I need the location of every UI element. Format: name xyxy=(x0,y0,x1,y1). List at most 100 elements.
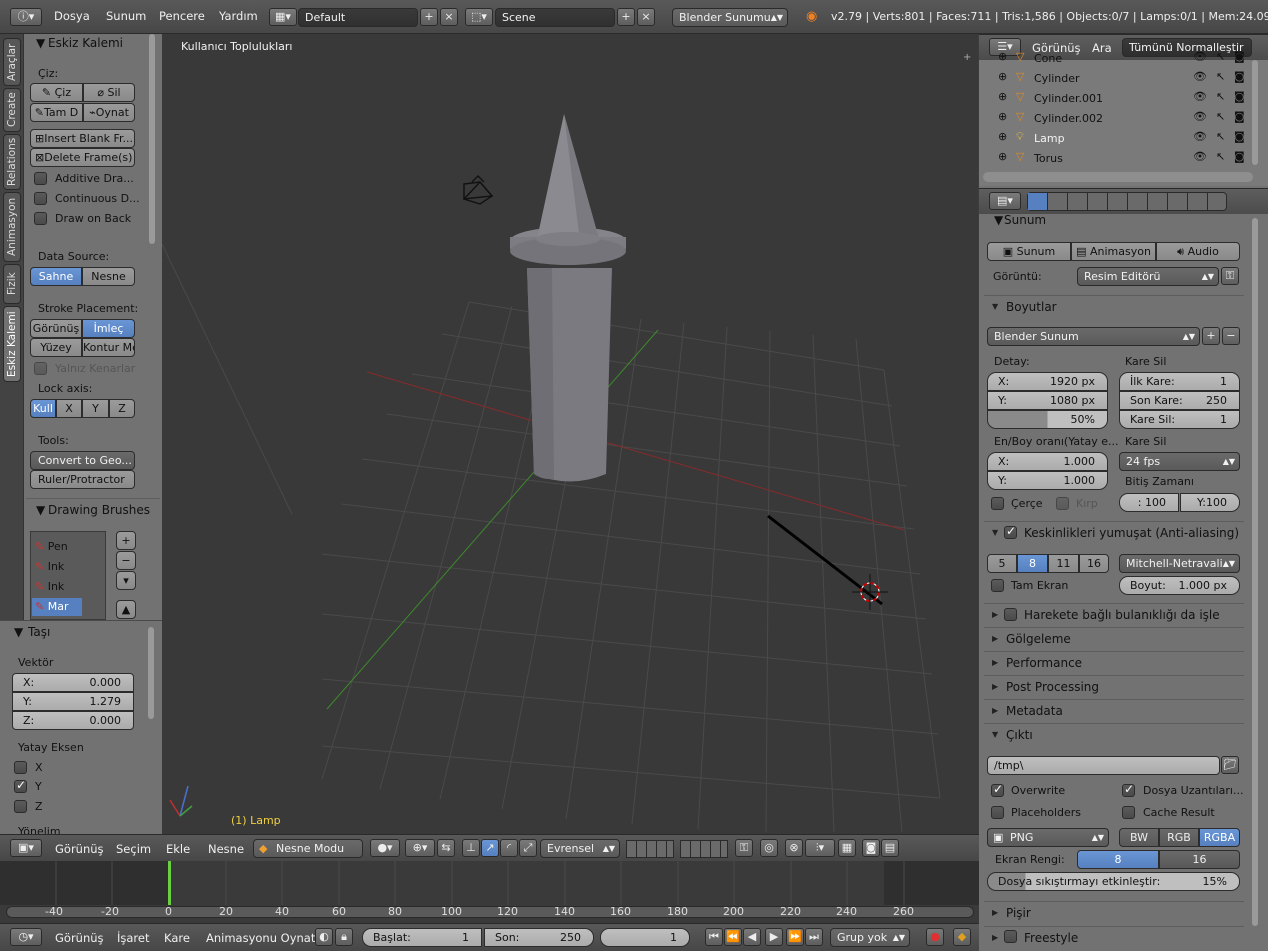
outliner-item[interactable]: ⊕ ▽ Torus 👁︎ ↖ ◙ xyxy=(990,150,1248,170)
placement-stroke-button[interactable]: Kontur Me xyxy=(82,338,135,357)
properties-scrollbar[interactable] xyxy=(1252,218,1258,926)
shading-select-icon[interactable]: ●▾ xyxy=(370,839,400,857)
overwrite-checkbox[interactable] xyxy=(991,782,1004,797)
jump-keyframe-forward-icon[interactable]: ⏩ xyxy=(786,928,804,946)
delete-layout-button[interactable]: × xyxy=(440,8,458,26)
timeline-scrollbar[interactable] xyxy=(6,906,974,918)
tab-tools[interactable]: Araçlar xyxy=(3,38,21,86)
visibility-eye-icon[interactable]: 👁︎ xyxy=(1193,70,1207,83)
add-preset-button[interactable]: + xyxy=(1202,327,1220,345)
aa-samples-8-button[interactable]: 8 xyxy=(1017,554,1048,573)
render-opengl-icon[interactable]: ▦ xyxy=(838,839,856,857)
tab-create[interactable]: Create xyxy=(3,88,21,132)
additive-drawing-checkbox[interactable] xyxy=(34,172,47,185)
resolution-percentage-slider[interactable]: 50% xyxy=(987,410,1108,429)
cache-result-checkbox[interactable] xyxy=(1122,806,1135,819)
outliner-item[interactable]: ⊕ ▽ Cone 👁︎ ↖ ◙ xyxy=(990,50,1248,70)
full-sample-checkbox[interactable] xyxy=(991,579,1004,592)
freestyle-checkbox[interactable] xyxy=(1004,930,1017,943)
rotate-manipulator-icon[interactable]: ◜ xyxy=(500,839,518,857)
current-frame-field[interactable]: 1 xyxy=(600,928,690,947)
lock-axis-z-button[interactable]: Z xyxy=(109,399,135,418)
snap-toggle-icon[interactable]: ⊗ xyxy=(785,839,803,857)
antialiasing-section[interactable]: Keskinlikleri yumuşat (Anti-aliasing) xyxy=(984,521,1244,544)
keying-set-select[interactable]: Grup yok ▲▼ xyxy=(830,928,910,947)
time-old-field[interactable]: : 100 xyxy=(1119,493,1179,512)
editor-type-info-icon[interactable]: ⓘ▾ xyxy=(10,8,42,26)
proportional-edit-icon[interactable]: ◎ xyxy=(760,839,778,857)
compression-slider[interactable]: Dosya sıkıştırmayı etkinleştir: 15% xyxy=(987,872,1240,891)
editor-type-timeline-icon[interactable]: ◷▾ xyxy=(10,928,42,946)
jump-end-icon[interactable]: ⏭ xyxy=(805,928,823,946)
brush-list-item[interactable]: ✎ Ink xyxy=(35,560,64,573)
visibility-eye-icon[interactable]: 👁︎ xyxy=(1193,150,1207,163)
menu-view[interactable]: Görünüş xyxy=(55,842,104,856)
manipulator-icon[interactable]: ⊥ xyxy=(462,839,480,857)
outliner-item[interactable]: ⊕ 💡︎ Lamp 👁︎ ↖ ◙ xyxy=(990,130,1248,150)
lock-axis-y-button[interactable]: Y xyxy=(82,399,109,418)
visibility-eye-icon[interactable]: 👁︎ xyxy=(1193,50,1207,63)
motion-blur-section[interactable]: Harekete bağlı bulanıklığı da işle xyxy=(984,603,1244,626)
lock-interface-icon[interactable]: ⚿ xyxy=(1221,267,1239,285)
render-context-icon[interactable] xyxy=(1028,193,1047,210)
outliner-hscrollbar[interactable] xyxy=(983,172,1253,182)
menu-marker[interactable]: İşaret xyxy=(117,931,150,945)
mode-select[interactable]: ◆ Nesne Modu xyxy=(253,839,363,858)
frame-step-field[interactable]: Kare Sil: 1 xyxy=(1119,410,1240,429)
snap-icon[interactable]: ⇆ xyxy=(437,839,455,857)
translate-manipulator-icon[interactable]: ↗ xyxy=(481,839,499,857)
keyframe-icon[interactable]: ◆ xyxy=(953,928,971,946)
select-cursor-icon[interactable]: ↖ xyxy=(1216,150,1225,163)
layer-lock-icon[interactable]: ⚿ xyxy=(735,839,753,857)
camera-object[interactable] xyxy=(462,175,494,205)
color-rgba-button[interactable]: RGBA xyxy=(1199,828,1240,847)
output-path-field[interactable]: /tmp\ xyxy=(987,756,1220,775)
menu-help[interactable]: Yardım xyxy=(219,9,258,23)
antialiasing-checkbox[interactable] xyxy=(1004,524,1017,539)
add-layout-button[interactable]: + xyxy=(420,8,438,26)
dimensions-section[interactable]: Boyutlar xyxy=(984,295,1244,318)
move-brush-up-button[interactable]: ▲ xyxy=(116,600,136,619)
time-new-field[interactable]: Y:100 xyxy=(1180,493,1240,512)
timeline[interactable]: -40 -20 0 20 40 60 80 100 120 140 160 18… xyxy=(0,861,979,923)
start-frame-field[interactable]: Başlat: 1 xyxy=(362,928,482,947)
render-animation-button[interactable]: ▤ Animasyon xyxy=(1071,242,1156,261)
preview-range-icon[interactable]: ◐ xyxy=(315,928,333,946)
select-cursor-icon[interactable]: ↖ xyxy=(1216,70,1225,83)
record-icon[interactable]: ● xyxy=(926,928,944,946)
vector-x-field[interactable]: X: 0.000 xyxy=(12,673,134,692)
color-bw-button[interactable]: BW xyxy=(1119,828,1159,847)
continuous-drawing-checkbox[interactable] xyxy=(34,192,47,205)
outliner-scrollbar[interactable] xyxy=(1252,60,1258,165)
menu-timeline-view[interactable]: Görünüş xyxy=(55,931,104,945)
render-camera-icon[interactable]: ◙ xyxy=(1234,110,1245,123)
only-edges-checkbox[interactable] xyxy=(34,362,47,375)
scene-field[interactable]: Scene xyxy=(495,8,615,27)
editor-type-properties-icon[interactable]: ▤▾ xyxy=(989,192,1021,210)
panel-scrollbar[interactable] xyxy=(149,34,155,244)
brushes-collapse-icon[interactable]: ▼ xyxy=(36,503,45,517)
axis-y-checkbox[interactable] xyxy=(14,778,27,793)
select-cursor-icon[interactable]: ↖ xyxy=(1216,50,1225,63)
snap-element-icon[interactable]: ⫶▾ xyxy=(805,839,835,857)
ruler-protractor-button[interactable]: Ruler/Protractor xyxy=(30,470,135,489)
delete-scene-button[interactable]: × xyxy=(637,8,655,26)
resolution-y-field[interactable]: Y: 1080 px xyxy=(987,391,1108,410)
outliner-item[interactable]: ⊕ ▽ Cylinder 👁︎ ↖ ◙ xyxy=(990,70,1248,90)
properties-toggle-icon[interactable]: + xyxy=(963,52,971,63)
editor-type-3d-icon[interactable]: ▣▾ xyxy=(10,839,42,857)
play-icon[interactable]: ▶ xyxy=(765,928,783,946)
scale-manipulator-icon[interactable]: ⤢ xyxy=(519,839,537,857)
render-still-button[interactable]: ▣ Sunum xyxy=(987,242,1071,261)
aa-samples-11-button[interactable]: 11 xyxy=(1048,554,1079,573)
tab-animation[interactable]: Animasyon xyxy=(3,192,21,262)
color-depth-8-button[interactable]: 8 xyxy=(1077,850,1159,869)
render-camera-icon[interactable]: ◙ xyxy=(1234,50,1245,63)
move-collapse-icon[interactable]: ▼ xyxy=(14,625,23,639)
select-cursor-icon[interactable]: ↖ xyxy=(1216,90,1225,103)
tab-grease-pencil[interactable]: Eskiz Kalemi xyxy=(3,306,21,382)
line-button[interactable]: ✎Tam D xyxy=(30,103,83,122)
brush-menu-button[interactable]: ▾ xyxy=(116,571,136,590)
filter-size-field[interactable]: Boyut: 1.000 px xyxy=(1119,576,1240,595)
shading-section[interactable]: Gölgeleme xyxy=(984,627,1244,650)
